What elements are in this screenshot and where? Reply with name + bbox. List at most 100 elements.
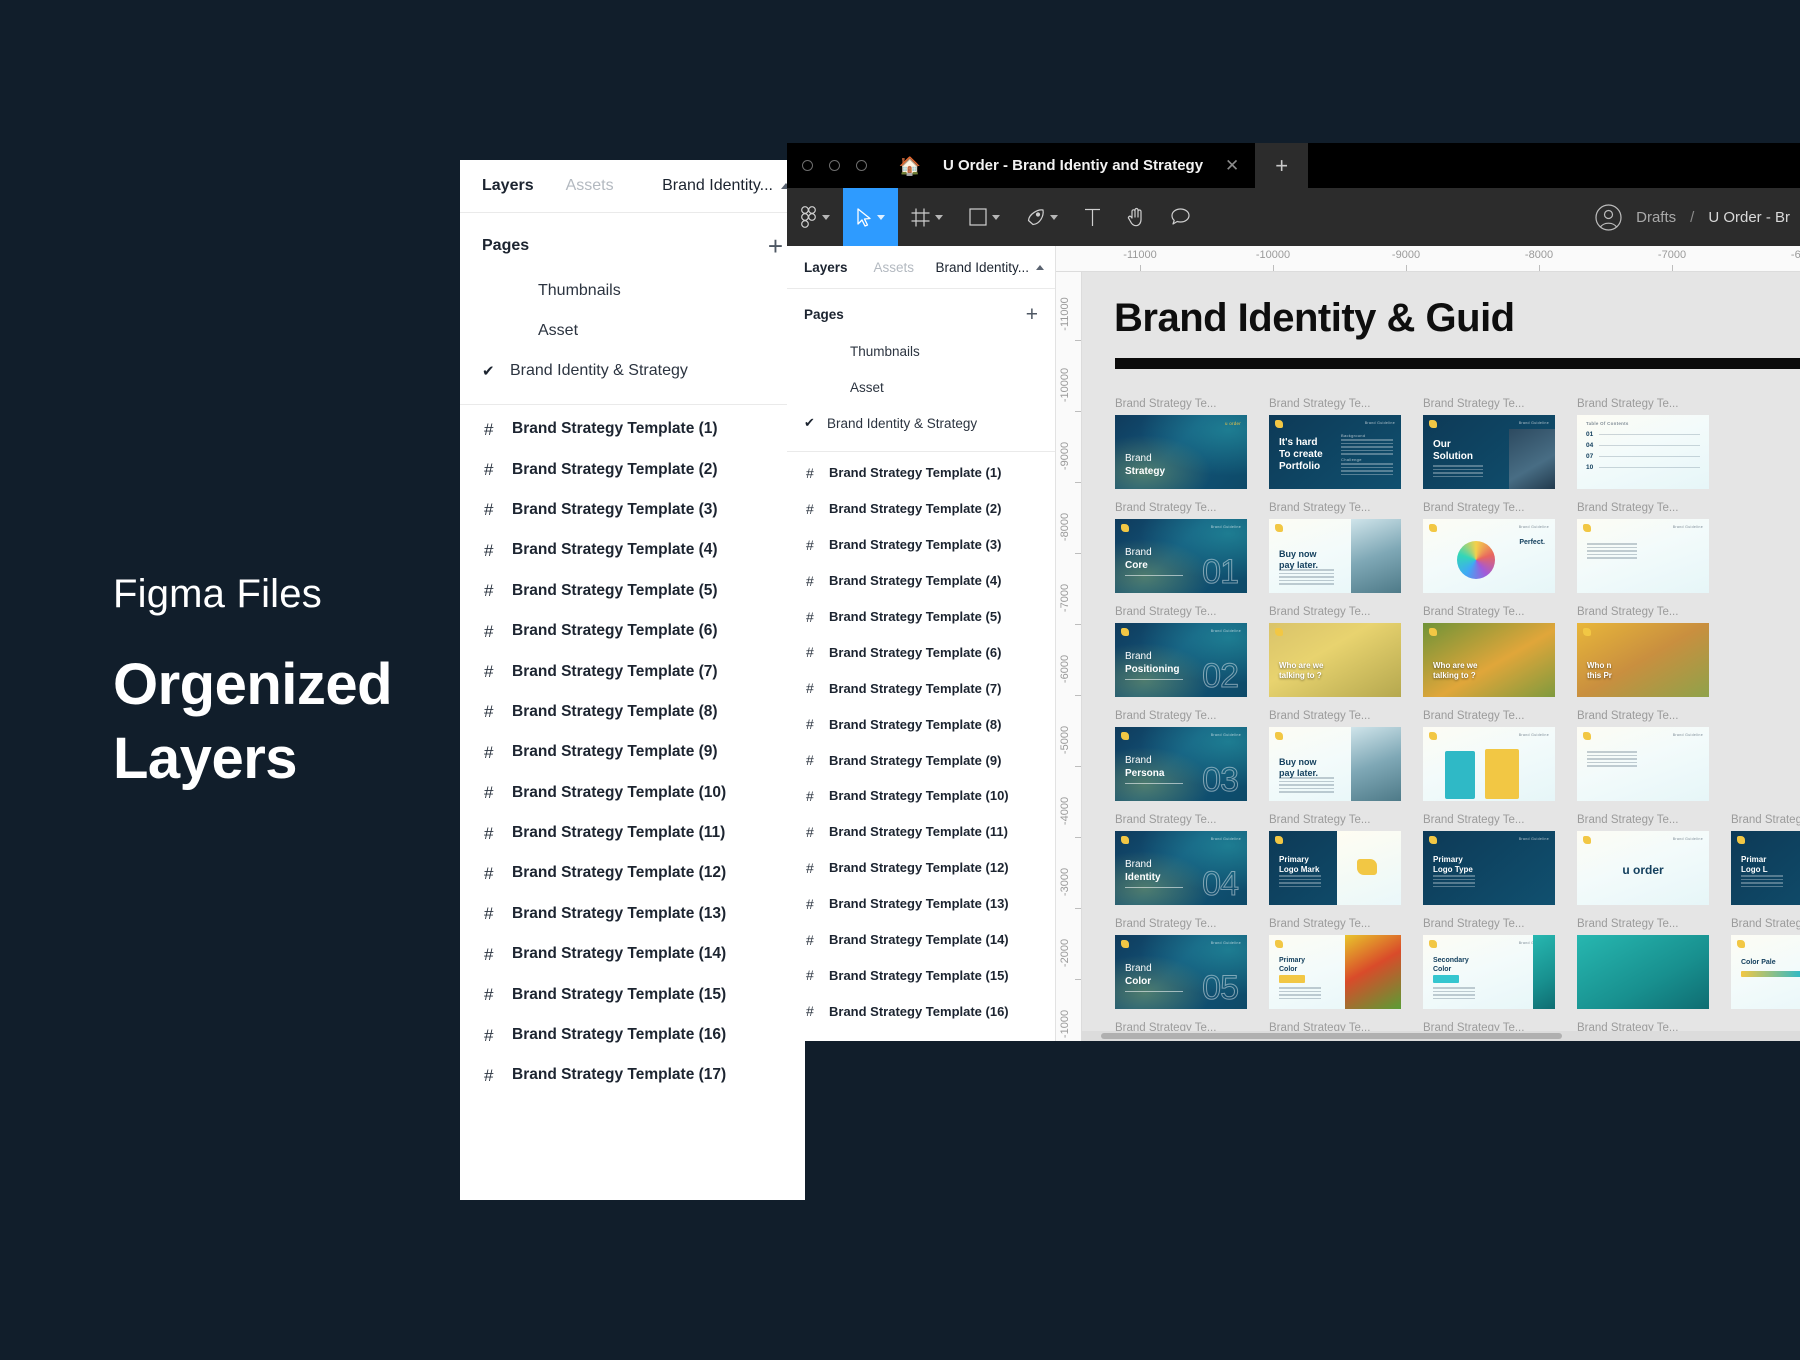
frame-thumbnail[interactable]: Brand GuidelineOurSolution xyxy=(1423,415,1555,489)
frame-label[interactable]: Brand Strategy Te... xyxy=(1423,810,1555,831)
frame-label[interactable]: Brand Strategy Te... xyxy=(1423,602,1555,623)
breadcrumb-parent[interactable]: Drafts xyxy=(1636,209,1676,226)
layer-item[interactable]: #Brand Strategy Template (1) xyxy=(460,409,805,449)
layer-item[interactable]: #Brand Strategy Template (15) xyxy=(787,957,1055,993)
page-selector[interactable]: Brand Identity... xyxy=(662,177,791,195)
layer-item[interactable]: #Brand Strategy Template (9) xyxy=(787,742,1055,778)
layer-item[interactable]: #Brand Strategy Template (4) xyxy=(787,563,1055,599)
frame-label[interactable]: Brand Strategy Te... xyxy=(1577,602,1709,623)
minimize-window-button[interactable] xyxy=(829,160,840,171)
layer-item[interactable]: #Brand Strategy Template (16) xyxy=(787,993,1055,1029)
plus-icon[interactable]: + xyxy=(768,233,783,259)
frame-thumbnail[interactable]: Brand GuidelinePrimaryColor xyxy=(1269,935,1401,1009)
layer-item[interactable]: #Brand Strategy Template (17) xyxy=(787,1029,1055,1041)
layer-item[interactable]: #Brand Strategy Template (3) xyxy=(460,490,805,530)
layer-item[interactable]: #Brand Strategy Template (2) xyxy=(460,449,805,489)
frame-thumbnail[interactable]: Table Of Contents01040710 xyxy=(1577,415,1709,489)
frame-thumbnail[interactable]: Brand GuidelineSecondaryColor xyxy=(1423,935,1555,1009)
layer-item[interactable]: #Brand Strategy Template (3) xyxy=(787,527,1055,563)
frame-label[interactable]: Brand Strategy Te... xyxy=(1731,810,1800,831)
frame-label[interactable]: Brand Strategy Te... xyxy=(1577,706,1709,727)
frame-thumbnail[interactable]: Brand GuidelineBrandIdentity04 xyxy=(1115,831,1247,905)
layer-item[interactable]: #Brand Strategy Template (9) xyxy=(460,732,805,772)
layer-item[interactable]: #Brand Strategy Template (6) xyxy=(460,611,805,651)
hand-tool[interactable] xyxy=(1114,188,1158,246)
frame-label[interactable]: Brand Strategy Te... xyxy=(1269,706,1401,727)
frame-thumbnail[interactable]: Brand GuidelineBrandPersona03 xyxy=(1115,727,1247,801)
frame-label[interactable]: Brand Strategy Te... xyxy=(1115,810,1247,831)
frame-thumbnail[interactable]: Brand GuidelineIt's hardTo createPortfol… xyxy=(1269,415,1401,489)
frame-label[interactable]: Brand Strategy Te... xyxy=(1423,394,1555,415)
frame-thumbnail[interactable]: Brand GuidelineBuy nowpay later. xyxy=(1269,727,1401,801)
move-tool[interactable] xyxy=(843,188,898,246)
frame-thumbnail[interactable]: Brand Guidelineu order xyxy=(1577,831,1709,905)
tab-assets[interactable]: Assets xyxy=(874,260,915,275)
frame-label[interactable]: Brand Strategy Te... xyxy=(1731,914,1800,935)
layer-item[interactable]: #Brand Strategy Template (10) xyxy=(787,778,1055,814)
frame-label[interactable]: Brand Strategy Te... xyxy=(1577,498,1709,519)
frame-thumbnail[interactable]: Who are wetalking to ? xyxy=(1269,623,1401,697)
layer-item[interactable]: #Brand Strategy Template (12) xyxy=(787,850,1055,886)
frame-thumbnail[interactable]: Brand GuidelineBrandPositioning02 xyxy=(1115,623,1247,697)
frame-thumbnail[interactable]: Brand Guideline xyxy=(1577,519,1709,593)
layer-item[interactable]: #Brand Strategy Template (7) xyxy=(787,670,1055,706)
menu-icon[interactable] xyxy=(787,188,843,246)
shape-tool[interactable] xyxy=(956,188,1013,246)
plus-icon[interactable]: + xyxy=(1026,304,1038,325)
page-item[interactable]: ✔Brand Identity & Strategy xyxy=(787,405,1055,441)
layer-item[interactable]: #Brand Strategy Template (15) xyxy=(460,974,805,1014)
frame-label[interactable]: Brand Strategy Te... xyxy=(1423,706,1555,727)
frame-thumbnail[interactable]: Brand Guideline xyxy=(1577,727,1709,801)
layer-item[interactable]: #Brand Strategy Template (2) xyxy=(787,491,1055,527)
layer-item[interactable]: #Brand Strategy Template (5) xyxy=(787,599,1055,635)
tab-layers[interactable]: Layers xyxy=(482,177,534,195)
layer-item[interactable]: #Brand Strategy Template (6) xyxy=(787,634,1055,670)
layer-item[interactable]: #Brand Strategy Template (17) xyxy=(460,1055,805,1095)
comment-tool[interactable] xyxy=(1158,188,1203,246)
canvas-viewport[interactable]: Brand Identity & Guid Brand Strategy Te.… xyxy=(1082,272,1800,1041)
new-tab-icon[interactable]: + xyxy=(1255,143,1308,188)
frame-label[interactable]: Brand Strategy Te... xyxy=(1115,602,1247,623)
frame-thumbnail[interactable]: Brand GuidelineColor Pale xyxy=(1731,935,1800,1009)
frame-label[interactable]: Brand Strategy Te... xyxy=(1115,706,1247,727)
frame-label[interactable]: Brand Strategy Te... xyxy=(1269,394,1401,415)
frame-label[interactable]: Brand Strategy Te... xyxy=(1269,602,1401,623)
layer-item[interactable]: #Brand Strategy Template (14) xyxy=(460,934,805,974)
frame-label[interactable]: Brand Strategy Te... xyxy=(1577,394,1709,415)
frame-thumbnail[interactable]: Brand GuidelineBrandColor05 xyxy=(1115,935,1247,1009)
frame-label[interactable]: Brand Strategy Te... xyxy=(1269,498,1401,519)
frame-label[interactable]: Brand Strategy Te... xyxy=(1115,914,1247,935)
frame-label[interactable]: Brand Strategy Te... xyxy=(1577,914,1709,935)
frame-thumbnail[interactable]: Who nthis Pr xyxy=(1577,623,1709,697)
frame-thumbnail[interactable]: Brand GuidelinePrimarLogo L xyxy=(1731,831,1800,905)
layer-item[interactable]: #Brand Strategy Template (5) xyxy=(460,571,805,611)
page-item[interactable]: Asset xyxy=(787,369,1055,405)
browser-tab[interactable]: U Order - Brand Identiy and Strategy ✕ xyxy=(921,143,1255,188)
layer-item[interactable]: #Brand Strategy Template (14) xyxy=(787,922,1055,958)
canvas-area[interactable]: -11000-10000-9000-8000-7000-6000-5000 -1… xyxy=(1056,246,1800,1041)
layer-item[interactable]: #Brand Strategy Template (13) xyxy=(787,886,1055,922)
scrollbar-thumb[interactable] xyxy=(1101,1033,1562,1039)
frame-label[interactable]: Brand Strategy Te... xyxy=(1269,914,1401,935)
page-item[interactable]: Asset xyxy=(460,311,805,351)
layer-item[interactable]: #Brand Strategy Template (11) xyxy=(787,814,1055,850)
page-selector[interactable]: Brand Identity... xyxy=(935,260,1044,275)
page-item[interactable]: Thumbnails xyxy=(787,333,1055,369)
tab-assets[interactable]: Assets xyxy=(566,177,614,195)
layer-item[interactable]: #Brand Strategy Template (13) xyxy=(460,894,805,934)
maximize-window-button[interactable] xyxy=(856,160,867,171)
frame-thumbnail[interactable]: Brand GuidelinePerfect. xyxy=(1423,519,1555,593)
layer-item[interactable]: #Brand Strategy Template (8) xyxy=(787,706,1055,742)
frame-label[interactable]: Brand Strategy Te... xyxy=(1577,810,1709,831)
frame-thumbnail[interactable]: Brand GuidelinePrimaryLogo Type xyxy=(1423,831,1555,905)
frame-tool[interactable] xyxy=(898,188,956,246)
pen-tool[interactable] xyxy=(1013,188,1071,246)
layer-item[interactable]: #Brand Strategy Template (1) xyxy=(787,455,1055,491)
layer-item[interactable]: #Brand Strategy Template (7) xyxy=(460,651,805,691)
tab-layers[interactable]: Layers xyxy=(804,260,848,275)
text-tool[interactable] xyxy=(1071,188,1114,246)
frame-thumbnail[interactable]: Brand GuidelineBrandCore01 xyxy=(1115,519,1247,593)
layer-item[interactable]: #Brand Strategy Template (12) xyxy=(460,853,805,893)
frame-thumbnail[interactable]: Who are wetalking to ? xyxy=(1423,623,1555,697)
frame-thumbnail[interactable]: Brand Guideline xyxy=(1423,727,1555,801)
